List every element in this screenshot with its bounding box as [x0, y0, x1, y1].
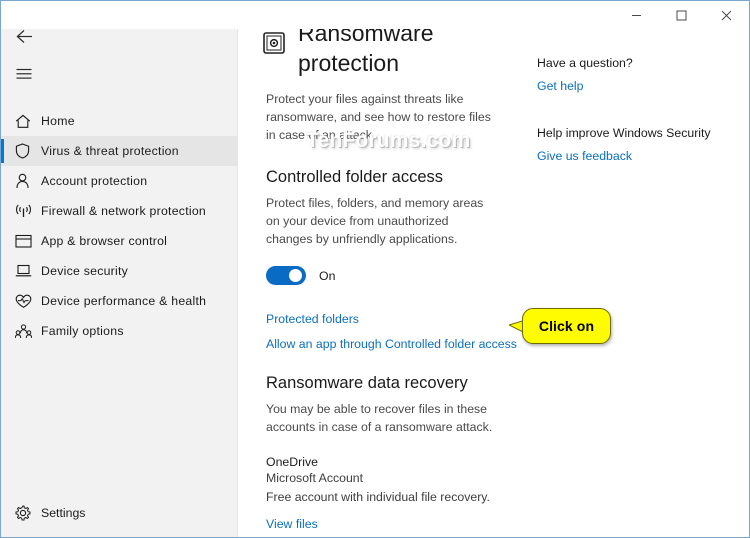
sidebar-item-label: Settings	[41, 506, 86, 520]
back-arrow-icon	[16, 29, 32, 43]
callout-bubble: Click on	[522, 308, 611, 344]
help-panel: Have a question? Get help Help improve W…	[537, 29, 747, 537]
sidebar-item-label: App & browser control	[41, 234, 168, 248]
callout-text: Click on	[538, 318, 595, 334]
sidebar-item-label: Family options	[41, 324, 124, 338]
help-question-heading: Have a question?	[537, 56, 633, 70]
ransomware-data-recovery-description: You may be able to recover files in thes…	[266, 402, 493, 435]
person-icon	[15, 173, 41, 189]
account-detail: Free account with individual file recove…	[266, 489, 490, 504]
toggle-state-label: On	[319, 268, 336, 283]
sidebar-item-app-browser-control[interactable]: App & browser control	[1, 226, 237, 256]
laptop-icon	[15, 264, 41, 278]
sidebar-item-settings[interactable]: Settings	[1, 498, 237, 528]
controlled-folder-access-toggle-row: On	[266, 266, 529, 286]
sidebar-item-label: Device performance & health	[41, 294, 207, 308]
ransomware-protection-icon	[263, 32, 289, 59]
sidebar-item-home[interactable]: Home	[1, 106, 237, 136]
navigation-sidebar: Home Virus & threat protection Account p…	[1, 2, 238, 537]
gear-icon	[15, 505, 41, 521]
shield-icon	[15, 143, 41, 159]
sidebar-item-account-protection[interactable]: Account protection	[1, 166, 237, 196]
account-name: OneDrive	[266, 455, 318, 470]
title-bar	[1, 1, 749, 29]
hamburger-menu-icon	[16, 68, 32, 79]
ransomware-data-recovery-heading: Ransomware data recovery	[266, 374, 468, 393]
sidebar-item-label: Home	[41, 114, 75, 128]
page-description: Protect your files against threats like …	[266, 91, 491, 142]
sidebar-item-label: Account protection	[41, 174, 148, 188]
windows-security-window: Home Virus & threat protection Account p…	[0, 0, 750, 538]
help-question-group: Have a question? Get help	[537, 56, 633, 93]
give-us-feedback-link[interactable]: Give us feedback	[537, 149, 711, 163]
account-type: Microsoft Account	[266, 471, 364, 486]
family-group-icon	[15, 323, 41, 339]
sidebar-item-firewall-network-protection[interactable]: Firewall & network protection	[1, 196, 237, 226]
sidebar-item-device-performance-health[interactable]: Device performance & health	[1, 286, 237, 316]
controlled-folder-access-heading: Controlled folder access	[266, 167, 444, 186]
heart-pulse-icon	[15, 294, 41, 309]
wifi-signal-icon	[15, 204, 41, 219]
close-icon	[721, 10, 732, 20]
sidebar-item-virus-threat-protection[interactable]: Virus & threat protection	[1, 136, 237, 166]
sidebar-item-label: Firewall & network protection	[41, 204, 207, 218]
maximize-button[interactable]	[659, 1, 704, 29]
close-button[interactable]	[704, 1, 749, 29]
click-on-callout: Click on	[509, 308, 611, 344]
sidebar-item-label: Virus & threat protection	[41, 144, 179, 158]
help-improve-group: Help improve Windows Security Give us fe…	[537, 126, 711, 163]
controlled-folder-access-description: Protect files, folders, and memory areas…	[266, 195, 484, 247]
main-content: Ransomware protection Protect your files…	[239, 20, 529, 537]
home-icon	[15, 114, 41, 129]
minimize-icon	[632, 14, 641, 16]
sidebar-item-family-options[interactable]: Family options	[1, 316, 237, 346]
toggle-knob	[289, 269, 302, 283]
get-help-link[interactable]: Get help	[537, 79, 633, 93]
maximize-icon	[676, 10, 687, 20]
hamburger-menu-button[interactable]	[1, 58, 56, 90]
protected-folders-link[interactable]: Protected folders	[266, 312, 359, 326]
onedrive-account-block: OneDrive Microsoft Account Free account …	[266, 455, 529, 506]
controlled-folder-access-toggle[interactable]	[266, 266, 306, 286]
sidebar-nav-list: Home Virus & threat protection Account p…	[1, 106, 237, 346]
minimize-button[interactable]	[614, 1, 659, 29]
sidebar-item-device-security[interactable]: Device security	[1, 256, 237, 286]
sidebar-item-label: Device security	[41, 264, 129, 278]
browser-window-icon	[15, 234, 41, 248]
help-improve-heading: Help improve Windows Security	[537, 126, 711, 140]
view-files-link[interactable]: View files	[266, 517, 318, 531]
allow-app-through-controlled-folder-access-link[interactable]: Allow an app through Controlled folder a…	[266, 337, 517, 351]
